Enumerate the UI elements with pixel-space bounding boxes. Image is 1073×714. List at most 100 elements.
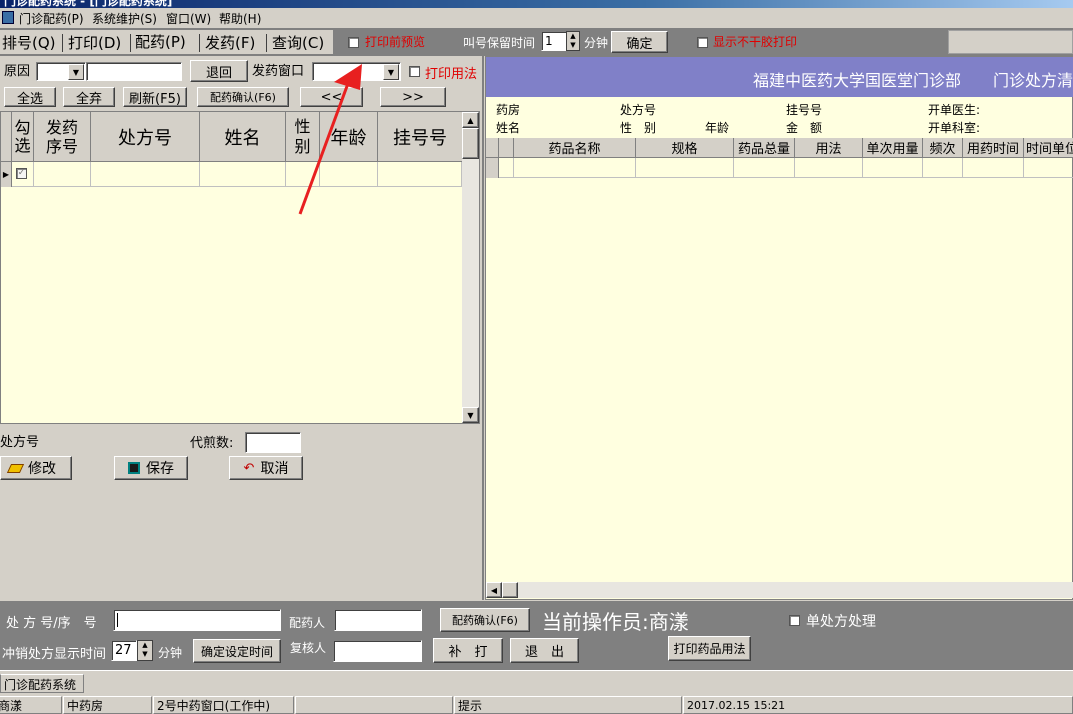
col-dose: 单次用量 (863, 138, 923, 157)
medicine-grid[interactable]: 药品名称 规格 药品总量 用法 单次用量 频次 用药时间 时间单位 (486, 138, 1073, 582)
info-age: 年龄 (705, 121, 730, 135)
refresh-button[interactable]: 刷新(F5) (123, 87, 187, 107)
print-usage-label: 打印用法 (425, 67, 478, 82)
single-rx-checkbox[interactable] (789, 615, 800, 626)
row-checkbox[interactable]: ✓ (16, 168, 27, 179)
next-page-button[interactable]: >> (380, 87, 446, 107)
floppy-icon (128, 462, 140, 474)
menu-bar: 门诊配药(P) 系统维护(S) 窗口(W) 帮助(H) (0, 8, 1073, 28)
tab-strip: 排号(Q) 打印(D) 配药(P) 发药(F) 查询(C) (0, 30, 333, 54)
info-reg-no: 挂号号 (786, 103, 823, 117)
cancel-button[interactable]: ↶ 取消 (229, 456, 303, 480)
menu-item-dispense[interactable]: 门诊配药(P) (19, 10, 84, 27)
panel-divider (482, 56, 484, 600)
status-hint: 提示 (454, 696, 682, 714)
info-sex: 性 别 (620, 121, 657, 135)
operator-text: 当前操作员:商漾 (542, 610, 689, 634)
col-reg-no: 挂号号 (393, 127, 447, 149)
confirm-button[interactable]: 确定 (611, 31, 668, 53)
hold-time-input[interactable]: 1 (541, 31, 567, 51)
menu-item-help[interactable]: 帮助(H) (219, 10, 261, 27)
cancel-time-unit: 分钟 (158, 646, 183, 660)
reason-combo[interactable]: ▼ (36, 62, 86, 81)
clear-all-button[interactable]: 全弃 (63, 87, 115, 107)
status-pharmacy: 中药房 (63, 696, 152, 714)
chevron-down-icon[interactable]: ▼ (383, 64, 399, 80)
scroll-thumb[interactable] (462, 128, 479, 159)
print-preview-label: 打印前预览 (365, 35, 426, 49)
status-bar: 商漾 中药房 2号中药窗口(工作中) 提示 2017.02.15 15:21 (0, 696, 1073, 714)
cancel-time-spinner[interactable]: ▲ ▼ (137, 640, 153, 661)
show-no-print-label: 显示不干胶打印 (713, 35, 798, 49)
col-name: 姓名 (200, 112, 286, 161)
decoct-input[interactable] (245, 432, 301, 453)
scroll-left-icon[interactable]: ◀ (486, 582, 502, 598)
decoct-label: 代煎数: (190, 436, 234, 451)
info-rx-no: 处方号 (620, 103, 657, 117)
info-doctor: 开单医生: (928, 103, 981, 117)
menu-item-system[interactable]: 系统维护(S) (92, 10, 157, 27)
modify-button[interactable]: 修改 (0, 456, 72, 480)
panel-title: 福建中医药大学国医堂门诊部 门诊处方清单 (753, 71, 1073, 90)
col-drug-name: 药品名称 (514, 138, 636, 157)
info-amount: 金 额 (786, 121, 823, 135)
hold-time-label: 叫号保留时间 (463, 36, 536, 50)
toolbar-blank-field (948, 30, 1073, 54)
status-user: 商漾 (0, 696, 62, 714)
exit-button[interactable]: 退 出 (510, 638, 579, 663)
select-all-button[interactable]: 全选 (4, 87, 56, 107)
hscroll-thumb[interactable] (502, 582, 518, 598)
col-time: 用药时间 (963, 138, 1024, 157)
medicine-grid-header: 药品名称 规格 药品总量 用法 单次用量 频次 用药时间 时间单位 (486, 138, 1073, 158)
reprint-button[interactable]: 补 打 (433, 638, 503, 663)
col-freq: 频次 (923, 138, 963, 157)
status-blank (295, 696, 453, 714)
col-time-unit: 时间单位 (1024, 138, 1073, 157)
cancel-time-input[interactable]: 27 (111, 640, 137, 661)
table-row[interactable]: ▶ ✓ (1, 162, 462, 187)
reviewer-label: 复核人 (290, 641, 327, 655)
row-pointer-icon: ▶ (1, 162, 12, 187)
status-datetime: 2017.02.15 15:21 (683, 696, 1073, 714)
reviewer-input[interactable] (333, 640, 422, 662)
reason-input[interactable] (86, 62, 182, 81)
show-no-print-checkbox[interactable] (697, 37, 708, 48)
window-title: 门诊配药系统 - [门诊配药系统] (4, 0, 173, 8)
medicine-grid-hscrollbar[interactable]: ◀ (486, 582, 1073, 598)
hold-time-spinner[interactable]: ▲ ▼ (566, 31, 580, 51)
prescription-grid[interactable]: 勾选 发药序号 处方号 姓名 性别 年龄 挂号号 ▶ ✓ ▲ ▼ (0, 111, 480, 424)
chevron-down-icon[interactable]: ▼ (68, 64, 84, 80)
print-preview-checkbox[interactable] (348, 37, 359, 48)
scroll-up-icon[interactable]: ▲ (462, 112, 479, 128)
dispense-confirm-button[interactable]: 配药确认(F6) (197, 87, 289, 107)
tab-issue[interactable]: 发药(F) (205, 32, 255, 53)
print-usage-checkbox[interactable] (409, 66, 420, 77)
scroll-down-icon[interactable]: ▼ (462, 407, 479, 423)
tab-query[interactable]: 查询(C) (272, 32, 324, 53)
return-button[interactable]: 退回 (190, 60, 248, 82)
grid-vscrollbar[interactable]: ▲ ▼ (462, 112, 479, 423)
tab-print[interactable]: 打印(D) (68, 32, 121, 53)
hold-time-unit: 分钟 (584, 36, 609, 50)
col-total: 药品总量 (734, 138, 795, 157)
info-pharmacy: 药房 (496, 103, 521, 117)
window-taskbar: 门诊配药系统 (0, 670, 1073, 694)
title-bar: 门诊配药系统 - [门诊配药系统] (0, 0, 1073, 8)
table-row[interactable] (486, 158, 1073, 178)
menu-item-window[interactable]: 窗口(W) (166, 10, 211, 27)
eraser-icon (6, 463, 25, 473)
tab-dispense[interactable]: 配药(P) (135, 31, 186, 52)
undo-icon: ↶ (243, 460, 255, 476)
taskbar-item[interactable]: 门诊配药系统 (0, 674, 84, 693)
info-name: 姓名 (496, 121, 521, 135)
info-dept: 开单科室: (928, 121, 981, 135)
set-time-button[interactable]: 确定设定时间 (193, 639, 281, 663)
print-drug-usage-button[interactable]: 打印药品用法 (668, 636, 751, 661)
dispenser-input[interactable] (334, 609, 422, 631)
tab-queue[interactable]: 排号(Q) (2, 32, 56, 53)
bottom-dispense-confirm-button[interactable]: 配药确认(F6) (440, 608, 530, 632)
rx-seq-input[interactable] (113, 609, 281, 631)
save-button[interactable]: 保存 (114, 456, 188, 480)
grid-header: 勾选 发药序号 处方号 姓名 性别 年龄 挂号号 (1, 112, 462, 162)
col-seq: 发药序号 (34, 112, 91, 161)
